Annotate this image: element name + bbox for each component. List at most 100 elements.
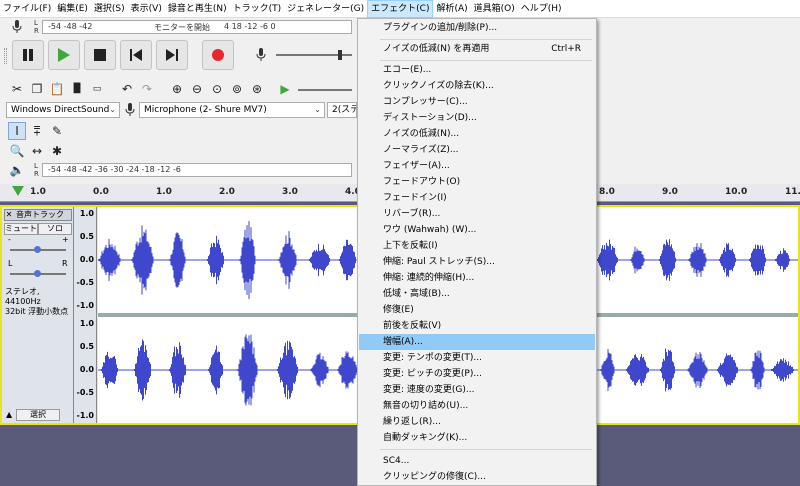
- menu-analyze[interactable]: 解析(A): [433, 0, 470, 18]
- effect-menu-item[interactable]: フェードイン(I): [359, 190, 595, 206]
- play-head-icon[interactable]: [12, 186, 24, 196]
- gain-slider-knob[interactable]: [34, 246, 41, 253]
- menu-help[interactable]: ヘルプ(H): [518, 0, 565, 18]
- undo-icon[interactable]: ↶: [118, 80, 136, 98]
- waveform-burst: [749, 244, 766, 276]
- vscale-label: 0.0: [79, 255, 94, 264]
- effect-menu-item[interactable]: 自動ダッキング(K)...: [359, 430, 595, 446]
- cut-icon[interactable]: ✂: [8, 80, 26, 98]
- monitor-label[interactable]: モニターを開始: [154, 22, 210, 33]
- menu-view[interactable]: 表示(V): [128, 0, 165, 18]
- effect-menu-item[interactable]: フェードアウト(O): [359, 174, 595, 190]
- pause-button[interactable]: [12, 40, 44, 70]
- menu-edit[interactable]: 編集(E): [54, 0, 91, 18]
- playback-meter-lr: LR: [34, 162, 39, 178]
- effect-menu-item[interactable]: クリックノイズの除去(K)...: [359, 78, 595, 94]
- speaker-icon[interactable]: 🔈: [8, 161, 26, 179]
- play-button[interactable]: [48, 40, 80, 70]
- effect-menu-item[interactable]: クリッピングの修復(C)...: [359, 469, 595, 485]
- zoom-out-icon[interactable]: ⊖: [188, 80, 206, 98]
- envelope-tool-icon[interactable]: ⩱: [28, 122, 46, 140]
- draw-tool-icon[interactable]: ✎: [48, 122, 66, 140]
- effect-menu-item[interactable]: ノイズの低減(N) を再適用 Ctrl+R: [359, 41, 595, 57]
- record-volume-icon: [252, 46, 270, 64]
- skip-start-button[interactable]: [120, 40, 152, 70]
- mute-button[interactable]: ミュート: [4, 223, 38, 235]
- waveform-burst: [750, 350, 765, 390]
- zoom-in-icon[interactable]: ⊕: [168, 80, 186, 98]
- effect-menu-item[interactable]: プラグインの追加/削除(P)...: [359, 20, 595, 36]
- selection-tool-icon[interactable]: I: [8, 122, 26, 140]
- menu-tracks[interactable]: トラック(T): [230, 0, 285, 18]
- effect-menu-item[interactable]: ノイズの低減(N)...: [359, 126, 595, 142]
- effect-menu-item[interactable]: 変更: 速度の変更(G)...: [359, 382, 595, 398]
- solo-button[interactable]: ソロ: [38, 223, 72, 235]
- menu-select[interactable]: 選択(S): [91, 0, 128, 18]
- effect-menu-item[interactable]: 無音の切り詰め(U)...: [359, 398, 595, 414]
- fit-selection-icon[interactable]: ⊙: [208, 80, 226, 98]
- trim-icon[interactable]: ▐▌: [68, 80, 86, 98]
- menu-tools[interactable]: 道具箱(O): [471, 0, 518, 18]
- pan-left-label: L: [8, 259, 13, 268]
- fit-project-icon[interactable]: ⊚: [228, 80, 246, 98]
- effect-menu-item[interactable]: 低域・高域(B)...: [359, 286, 595, 302]
- effect-menu-item[interactable]: コンプレッサー(C)...: [359, 94, 595, 110]
- record-meter[interactable]: LR -54 -48 -42 モニターを開始 4 18 -12 -6 0: [8, 19, 353, 35]
- zoom-toggle-icon[interactable]: ⊛: [248, 80, 266, 98]
- effect-menu-item[interactable]: ワウ (Wahwah) (W)...: [359, 222, 595, 238]
- effect-menu-item[interactable]: 伸縮: 連続的伸縮(H)...: [359, 270, 595, 286]
- play-speed-slider[interactable]: [298, 89, 352, 91]
- timeshift-tool-icon[interactable]: ↔: [28, 142, 46, 160]
- menu-transport[interactable]: 録音と再生(N): [165, 0, 230, 18]
- effect-menu-item-amplify[interactable]: 増幅(A)...: [359, 334, 595, 350]
- effect-menu-item[interactable]: 繰り返し(R)...: [359, 414, 595, 430]
- effect-menu-item[interactable]: リバーブ(R)...: [359, 206, 595, 222]
- effect-menu-item[interactable]: 変更: テンポの変更(T)...: [359, 350, 595, 366]
- effect-menu-item[interactable]: 伸縮: Paul ストレッチ(S)...: [359, 254, 595, 270]
- channels-select[interactable]: 2(ステレ: [327, 102, 357, 118]
- play-at-speed-icon[interactable]: ▶: [276, 80, 294, 98]
- effect-menu-item[interactable]: ディストーション(D)...: [359, 110, 595, 126]
- stop-button[interactable]: [84, 40, 116, 70]
- track-select-button[interactable]: 選択: [16, 409, 60, 421]
- menu-generate[interactable]: ジェネレーター(G): [284, 0, 367, 18]
- effect-menu-item[interactable]: エコー(E)...: [359, 62, 595, 78]
- waveform-burst: [688, 243, 707, 277]
- vertical-scale[interactable]: 1.0 0.5 0.0 -0.5 -1.0 1.0 0.5 0.0 -0.5 -…: [75, 207, 97, 423]
- waveform-burst: [659, 239, 676, 281]
- menu-effect[interactable]: エフェクト(C): [367, 0, 434, 18]
- zoom-tool-icon[interactable]: 🔍: [8, 142, 26, 160]
- skip-end-button[interactable]: [156, 40, 188, 70]
- pan-slider-knob[interactable]: [34, 270, 41, 277]
- effect-menu-item[interactable]: 修復(E): [359, 302, 595, 318]
- track-name-button[interactable]: 音声トラック: [4, 209, 72, 221]
- pause-icon: [23, 49, 33, 61]
- effect-menu-item[interactable]: 前後を反転(V): [359, 318, 595, 334]
- waveform-burst: [237, 334, 258, 406]
- effect-menu-item[interactable]: 変更: ピッチの変更(P)...: [359, 366, 595, 382]
- waveform-burst: [239, 221, 256, 299]
- effect-menu-item[interactable]: フェイザー(A)...: [359, 158, 595, 174]
- waveform-burst: [597, 239, 618, 281]
- waveform-burst: [337, 351, 358, 389]
- microphone-icon[interactable]: [8, 18, 26, 36]
- menu-file[interactable]: ファイル(F): [0, 0, 54, 18]
- record-button[interactable]: [202, 40, 234, 70]
- recording-device-icon: [121, 101, 139, 119]
- silence-icon[interactable]: ▭: [88, 80, 106, 98]
- track-close-icon[interactable]: ✕: [4, 209, 14, 221]
- vscale-label: -1.0: [76, 301, 95, 310]
- record-volume-knob[interactable]: [338, 50, 342, 60]
- paste-icon[interactable]: 📋: [48, 80, 66, 98]
- recording-device-select[interactable]: Microphone (2- Shure MV7) ⌄: [139, 102, 325, 118]
- effect-menu-item[interactable]: ノーマライズ(Z)...: [359, 142, 595, 158]
- effect-menu-item[interactable]: SC4...: [359, 453, 595, 469]
- collapse-icon[interactable]: ▲: [6, 410, 12, 419]
- redo-icon[interactable]: ↷: [138, 80, 156, 98]
- multi-tool-icon[interactable]: ✱: [48, 142, 66, 160]
- waveform-burst: [101, 351, 118, 389]
- effect-menu-item[interactable]: 上下を反転(I): [359, 238, 595, 254]
- host-select[interactable]: Windows DirectSound ⌄: [6, 102, 120, 118]
- copy-icon[interactable]: ❐: [28, 80, 46, 98]
- playback-meter[interactable]: 🔈 LR -54 -48 -42 -36 -30 -24 -18 -12 -6: [8, 162, 353, 178]
